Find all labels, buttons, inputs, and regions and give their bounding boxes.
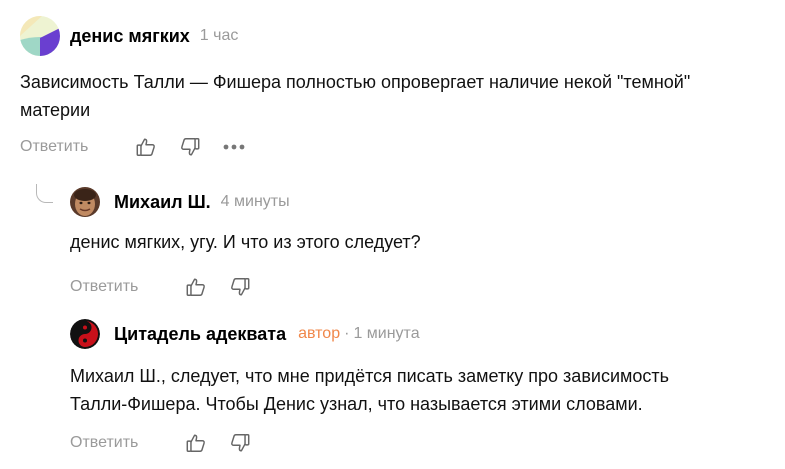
comment-1: денис мягких 1 час Зависимость Талли — Ф… (20, 16, 780, 160)
avatar[interactable] (70, 187, 100, 217)
comment-text-line: материи (20, 100, 91, 120)
reply-button[interactable]: Ответить (70, 278, 138, 296)
comment-header: денис мягких 1 час (20, 16, 780, 56)
comment-header: Михаил Ш. 4 минуты (70, 186, 770, 218)
comment-actions: Ответить (70, 274, 770, 300)
author-name[interactable]: Михаил Ш. (114, 192, 211, 213)
comment-text: Зависимость Талли — Фишера полностью опр… (20, 68, 780, 124)
thumbs-up-icon[interactable] (184, 431, 208, 455)
separator-dot: · (344, 325, 350, 342)
comment-text-line: денис мягких, угу. И что из этого следуе… (70, 232, 421, 252)
comment-text-line: Зависимость Талли — Фишера полностью опр… (20, 72, 691, 92)
thread-connector-icon (36, 184, 53, 203)
thumbs-down-icon[interactable] (228, 431, 252, 455)
comment-time: 4 минуты (220, 193, 290, 210)
comment-text: денис мягких, угу. И что из этого следуе… (70, 228, 770, 256)
comment-header: Цитадель адеквата автор · 1 минута (70, 318, 780, 350)
thumbs-up-icon[interactable] (184, 275, 208, 299)
avatar[interactable] (20, 16, 60, 56)
comment-time: 1 минута (353, 325, 420, 342)
comment-time: 1 час (199, 27, 239, 44)
author-name[interactable]: денис мягких (70, 26, 190, 47)
thumbs-down-icon[interactable] (228, 275, 252, 299)
comment-2: Михаил Ш. 4 минуты денис мягких, угу. И … (70, 186, 770, 300)
comment-actions: Ответить (70, 430, 780, 456)
comment-text-line: Михаил Ш., следует, что мне придётся пис… (70, 366, 670, 386)
reply-button[interactable]: Ответить (70, 434, 138, 452)
comment-text: Михаил Ш., следует, что мне придётся пис… (70, 362, 780, 418)
avatar[interactable] (70, 319, 100, 349)
thumbs-up-icon[interactable] (134, 135, 158, 159)
more-dots-icon[interactable] (222, 135, 246, 159)
comment-actions: Ответить (20, 134, 780, 160)
author-name[interactable]: Цитадель адеквата (114, 324, 286, 345)
comment-text-line: Талли-Фишера. Чтобы Денис узнал, что наз… (70, 394, 643, 414)
comment-3: Цитадель адеквата автор · 1 минута Михаи… (70, 318, 780, 456)
thumbs-down-icon[interactable] (178, 135, 202, 159)
author-badge: автор (298, 325, 341, 342)
reply-button[interactable]: Ответить (20, 138, 88, 156)
